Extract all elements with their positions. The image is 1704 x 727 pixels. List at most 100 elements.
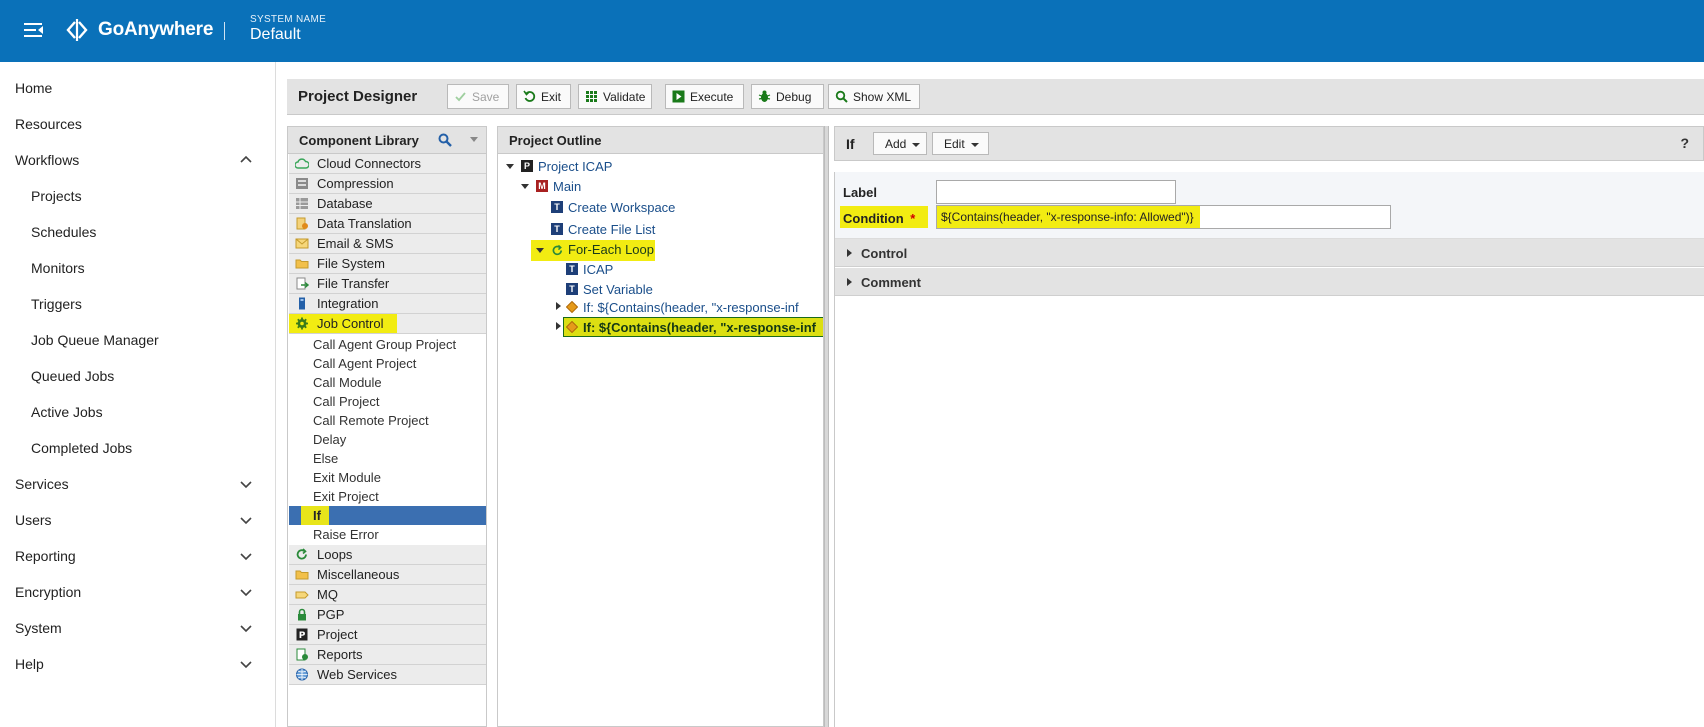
library-category-label: Database <box>317 196 373 211</box>
collapse-icon[interactable] <box>506 164 514 169</box>
help-button[interactable]: ? <box>1680 135 1689 151</box>
library-item[interactable]: Raise Error <box>289 525 486 544</box>
panel-splitter[interactable] <box>824 126 829 727</box>
save-button[interactable]: Save <box>447 84 509 109</box>
add-button[interactable]: Add <box>873 132 927 155</box>
tree-node-module[interactable]: Main <box>553 179 581 194</box>
library-item[interactable]: Delay <box>289 430 486 449</box>
debug-button[interactable]: Debug <box>751 84 824 109</box>
caret-down-icon <box>912 142 921 147</box>
tree-node-condition-selected[interactable]: If: ${Contains(header, "x-response-inf <box>583 320 816 335</box>
expand-icon[interactable] <box>556 322 561 330</box>
checkmark-icon <box>455 92 466 102</box>
label-input[interactable] <box>936 180 1176 204</box>
search-icon[interactable] <box>438 133 452 147</box>
loop-icon <box>296 548 307 560</box>
library-category[interactable]: Reports <box>289 645 486 665</box>
collapse-icon[interactable] <box>521 184 529 189</box>
chevron-down-icon[interactable] <box>240 478 252 490</box>
nav-monitors[interactable]: Monitors <box>31 260 85 276</box>
compression-icon <box>296 178 308 189</box>
library-category[interactable]: MQ <box>289 585 486 605</box>
nav-resources[interactable]: Resources <box>15 116 82 132</box>
library-item[interactable]: Call Remote Project <box>289 411 486 430</box>
chevron-down-icon[interactable] <box>240 586 252 598</box>
tree-node-task[interactable]: Create Workspace <box>568 200 675 215</box>
nav-schedules[interactable]: Schedules <box>31 224 96 240</box>
library-category[interactable]: File System <box>289 254 486 274</box>
condition-icon <box>566 321 578 333</box>
library-category-selected[interactable]: Job Control <box>289 314 397 334</box>
section-control[interactable]: Control <box>835 239 1704 267</box>
nav-home[interactable]: Home <box>15 80 52 96</box>
nav-users[interactable]: Users <box>15 512 52 528</box>
library-category[interactable]: Email & SMS <box>289 234 486 254</box>
library-category[interactable]: Loops <box>289 545 486 565</box>
module-icon: M <box>536 180 548 192</box>
library-category[interactable]: P Project <box>289 625 486 645</box>
dropdown-icon[interactable] <box>470 137 478 142</box>
nav-encryption[interactable]: Encryption <box>15 584 81 600</box>
nav-active-jobs[interactable]: Active Jobs <box>31 404 103 420</box>
undo-icon <box>523 90 536 102</box>
condition-input[interactable]: ${Contains(header, "x-response-info: All… <box>936 205 1391 229</box>
library-category[interactable]: Integration <box>289 294 486 314</box>
library-item[interactable]: Call Agent Project <box>289 354 486 373</box>
edit-button[interactable]: Edit <box>932 132 989 155</box>
library-item[interactable]: Call Agent Group Project <box>289 335 486 354</box>
library-category[interactable]: Data Translation <box>289 214 486 234</box>
chevron-down-icon[interactable] <box>240 622 252 634</box>
nav-reporting[interactable]: Reporting <box>15 548 76 564</box>
library-category-label: MQ <box>317 587 338 602</box>
brand-name[interactable]: GoAnywhere <box>98 19 213 41</box>
exit-button[interactable]: Exit <box>516 84 571 109</box>
library-item[interactable]: Call Module <box>289 373 486 392</box>
library-item[interactable]: Call Project <box>289 392 486 411</box>
menu-toggle-icon[interactable] <box>24 22 44 38</box>
tree-node-task[interactable]: Create File List <box>568 222 655 237</box>
tree-node-task[interactable]: Set Variable <box>583 282 653 297</box>
required-mark: * <box>910 211 916 226</box>
validate-label: Validate <box>603 89 646 104</box>
library-category[interactable]: File Transfer <box>289 274 486 294</box>
library-item[interactable]: Exit Module <box>289 468 486 487</box>
grid-icon <box>586 91 597 102</box>
chevron-down-icon[interactable] <box>240 550 252 562</box>
library-category[interactable]: PGP <box>289 605 486 625</box>
library-category-label: File System <box>317 256 385 271</box>
show-xml-button[interactable]: Show XML <box>828 84 920 109</box>
validate-button[interactable]: Validate <box>578 84 652 109</box>
chevron-up-icon[interactable] <box>240 154 252 166</box>
execute-button[interactable]: Execute <box>665 84 744 109</box>
system-name: Default <box>250 26 301 43</box>
library-category[interactable]: Miscellaneous <box>289 565 486 585</box>
chevron-down-icon[interactable] <box>240 658 252 670</box>
task-icon: T <box>566 283 578 295</box>
tree-node-loop[interactable]: For-Each Loop <box>568 242 654 257</box>
nav-workflows[interactable]: Workflows <box>15 152 79 168</box>
expand-icon <box>847 278 852 286</box>
collapse-icon[interactable] <box>536 248 544 253</box>
library-category[interactable]: Compression <box>289 174 486 194</box>
nav-queued-jobs[interactable]: Queued Jobs <box>31 368 114 384</box>
tree-node-project[interactable]: Project ICAP <box>538 159 612 174</box>
library-item[interactable]: Exit Project <box>289 487 486 506</box>
chevron-down-icon[interactable] <box>240 514 252 526</box>
library-category[interactable]: Web Services <box>289 665 486 685</box>
nav-triggers[interactable]: Triggers <box>31 296 82 312</box>
nav-help[interactable]: Help <box>15 656 44 672</box>
tree-node-condition[interactable]: If: ${Contains(header, "x-response-inf <box>583 300 799 315</box>
nav-services[interactable]: Services <box>15 476 69 492</box>
library-item[interactable]: Else <box>289 449 486 468</box>
tree-node-task[interactable]: ICAP <box>583 262 613 277</box>
library-category[interactable]: Database <box>289 194 486 214</box>
nav-completed-jobs[interactable]: Completed Jobs <box>31 440 132 456</box>
library-item-selected[interactable]: If <box>289 506 486 525</box>
nav-projects[interactable]: Projects <box>31 188 82 204</box>
folder-icon <box>295 570 309 580</box>
library-category[interactable]: Cloud Connectors <box>289 154 486 174</box>
section-comment[interactable]: Comment <box>835 268 1704 296</box>
nav-system[interactable]: System <box>15 620 62 636</box>
nav-job-queue-manager[interactable]: Job Queue Manager <box>31 332 159 348</box>
expand-icon[interactable] <box>556 302 561 310</box>
